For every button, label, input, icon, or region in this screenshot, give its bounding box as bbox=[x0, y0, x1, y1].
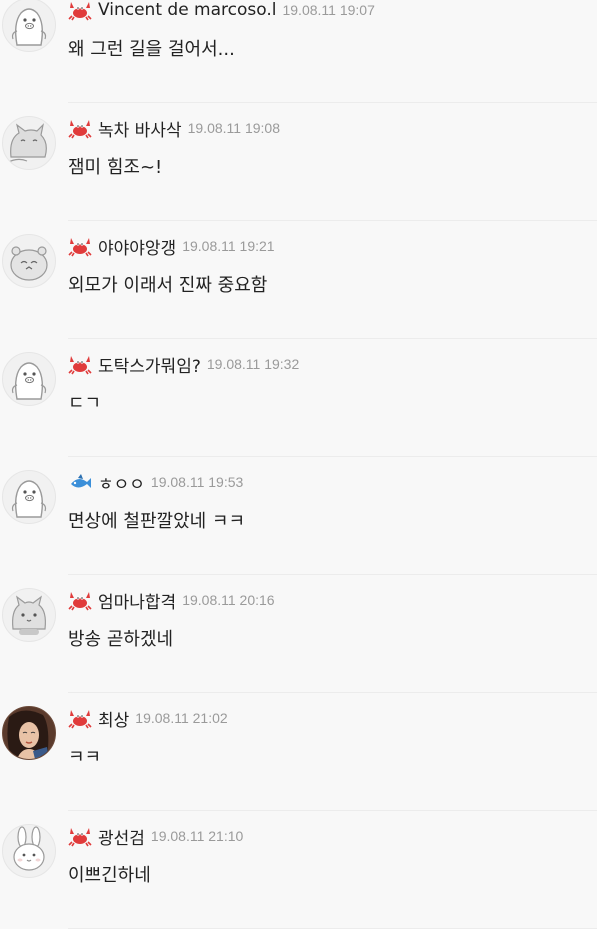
comment-date: 19.08.11 19:53 bbox=[150, 474, 244, 490]
comment-item: 광선검 19.08.11 21:10 이쁘긴하네 bbox=[0, 811, 597, 929]
comment-item: 엄마나합격 19.08.11 20:16 방송 곧하겠네 bbox=[0, 575, 597, 693]
comment-item: 도탁스가뭐임? 19.08.11 19:32 ㄷㄱ bbox=[0, 339, 597, 457]
comment-date: 19.08.11 21:10 bbox=[150, 828, 244, 844]
comment-meta: 녹차 바사삭 19.08.11 19:08 bbox=[68, 115, 280, 141]
comment-text: ㄷㄱ bbox=[68, 393, 102, 414]
comment-nickname[interactable]: 야야야앙갱 bbox=[98, 234, 176, 259]
comment-text: 잼미 힘조~! bbox=[68, 157, 163, 178]
comment-text: 면상에 철판깔았네 ㅋㅋ bbox=[68, 511, 246, 532]
comment-date: 19.08.11 19:32 bbox=[206, 356, 300, 372]
comment-meta: 도탁스가뭐임? 19.08.11 19:32 bbox=[68, 351, 299, 377]
comment-meta: 엄마나합격 19.08.11 20:16 bbox=[68, 587, 275, 613]
comment-nickname[interactable]: 녹차 바사삭 bbox=[98, 116, 182, 141]
comment-item: 최상 19.08.11 21:02 ㅋㅋ bbox=[0, 693, 597, 811]
crab-icon bbox=[68, 238, 92, 257]
comment-text: 왜 그런 길을 걸어서... bbox=[68, 39, 235, 60]
crab-icon bbox=[68, 356, 92, 375]
comment-text: 이쁘긴하네 bbox=[68, 865, 151, 886]
comment-list: Vincent de marcoso.l 19.08.11 19:07 왜 그런… bbox=[0, 0, 597, 929]
crab-icon bbox=[68, 120, 92, 139]
crab-icon bbox=[68, 592, 92, 611]
cat-avatar[interactable] bbox=[2, 588, 56, 642]
rabbit-avatar[interactable] bbox=[2, 824, 56, 878]
comment-date: 19.08.11 19:08 bbox=[187, 120, 280, 136]
comment-date: 19.08.11 20:16 bbox=[182, 592, 275, 608]
crab-icon bbox=[68, 828, 92, 847]
comment-item: ㅎㅇㅇ 19.08.11 19:53 면상에 철판깔았네 ㅋㅋ bbox=[0, 457, 597, 575]
penguin-avatar[interactable] bbox=[2, 0, 56, 52]
comment-meta: Vincent de marcoso.l 19.08.11 19:07 bbox=[68, 0, 375, 23]
comment-nickname[interactable]: 도탁스가뭐임? bbox=[98, 352, 201, 377]
photo-avatar[interactable] bbox=[2, 706, 56, 760]
comment-item: 녹차 바사삭 19.08.11 19:08 잼미 힘조~! bbox=[0, 103, 597, 221]
hamster-avatar[interactable] bbox=[2, 234, 56, 288]
comment-meta: 야야야앙갱 19.08.11 19:21 bbox=[68, 233, 275, 259]
comment-nickname[interactable]: 광선검 bbox=[98, 824, 145, 849]
crab-icon bbox=[68, 710, 92, 729]
crab-icon bbox=[68, 2, 92, 21]
comment-nickname[interactable]: Vincent de marcoso.l bbox=[98, 0, 276, 20]
comment-item: 야야야앙갱 19.08.11 19:21 외모가 이래서 진짜 중요함 bbox=[0, 221, 597, 339]
comment-text: 방송 곧하겠네 bbox=[68, 629, 174, 650]
comment-meta: 최상 19.08.11 21:02 bbox=[68, 705, 228, 731]
comment-date: 19.08.11 19:21 bbox=[182, 238, 275, 254]
penguin-avatar[interactable] bbox=[2, 470, 56, 524]
comment-nickname[interactable]: 최상 bbox=[98, 706, 129, 731]
comment-date: 19.08.11 21:02 bbox=[135, 710, 228, 726]
comment-nickname[interactable]: 엄마나합격 bbox=[98, 588, 176, 613]
comment-text: ㅋㅋ bbox=[68, 747, 102, 768]
comment-text: 외모가 이래서 진짜 중요함 bbox=[68, 275, 268, 296]
fish-icon bbox=[71, 474, 91, 488]
comment-meta: 광선검 19.08.11 21:10 bbox=[68, 823, 243, 849]
comment-date: 19.08.11 19:07 bbox=[282, 2, 375, 18]
comment-nickname[interactable]: ㅎㅇㅇ bbox=[98, 470, 145, 495]
cat-avatar[interactable] bbox=[2, 116, 56, 170]
comment-meta: ㅎㅇㅇ 19.08.11 19:53 bbox=[68, 469, 243, 495]
comment-item: Vincent de marcoso.l 19.08.11 19:07 왜 그런… bbox=[0, 0, 597, 103]
penguin-avatar[interactable] bbox=[2, 352, 56, 406]
